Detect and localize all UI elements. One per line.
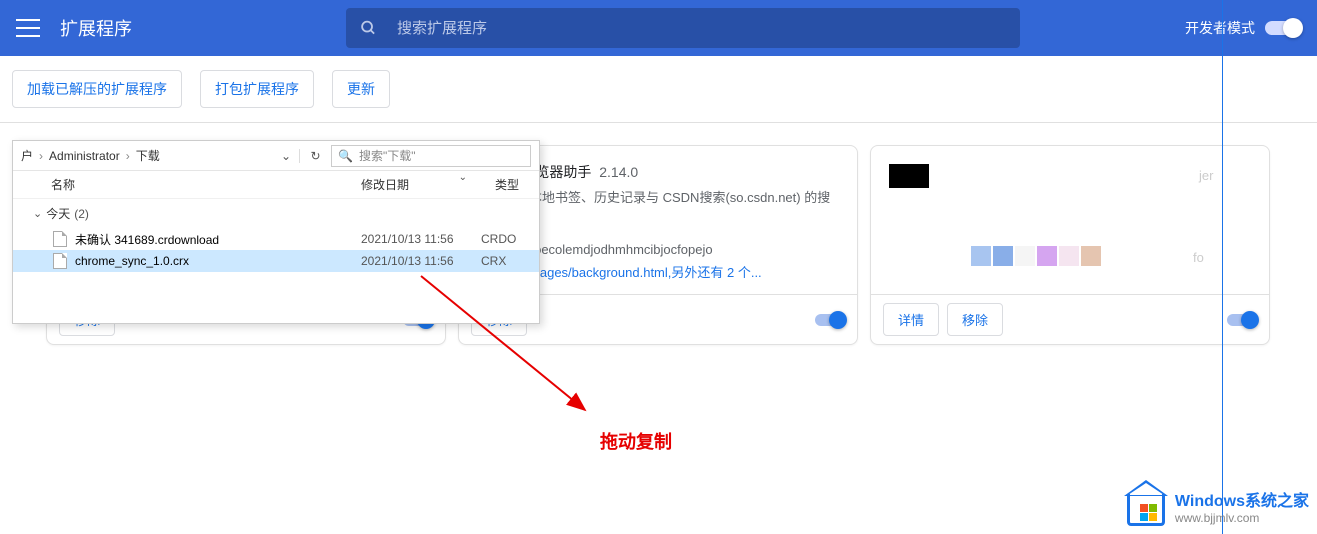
vertical-divider bbox=[1222, 0, 1223, 534]
watermark-title: Windows系统之家 bbox=[1175, 487, 1309, 511]
explorer-toolbar: 户 › Administrator › 下载 ⌄ ↻ 🔍 搜索"下载" bbox=[13, 141, 539, 171]
search-input[interactable] bbox=[397, 20, 1006, 37]
search-icon bbox=[360, 19, 377, 37]
dev-mode-toggle[interactable] bbox=[1265, 21, 1301, 35]
file-row[interactable]: chrome_sync_1.0.crx 2021/10/13 11:56 CRX bbox=[13, 250, 539, 272]
card-footer: 详情 移除 bbox=[871, 294, 1269, 344]
version-text: 2.14.0 bbox=[599, 164, 638, 180]
dev-mode-section: 开发者模式 bbox=[1185, 18, 1301, 38]
file-date: 2021/10/13 11:56 bbox=[361, 254, 481, 268]
file-date: 2021/10/13 11:56 bbox=[361, 232, 481, 246]
file-type: CRX bbox=[481, 254, 519, 268]
file-explorer-window: 户 › Administrator › 下载 ⌄ ↻ 🔍 搜索"下载" 名称 修… bbox=[12, 140, 540, 324]
sort-indicator-icon: ⌄ bbox=[459, 172, 467, 183]
refresh-icon[interactable]: ↻ bbox=[299, 149, 323, 163]
watermark-url: www.bjjmlv.com bbox=[1175, 511, 1309, 525]
column-type[interactable]: 类型 bbox=[481, 176, 519, 193]
watermark-logo-icon bbox=[1127, 486, 1167, 526]
partial-text: fo bbox=[1193, 250, 1204, 265]
file-row[interactable]: 未确认 341689.crdownload 2021/10/13 11:56 C… bbox=[13, 228, 539, 250]
search-placeholder: 搜索"下载" bbox=[359, 147, 416, 164]
explorer-search[interactable]: 🔍 搜索"下载" bbox=[331, 145, 531, 167]
date-group-header[interactable]: ⌄ 今天 (2) bbox=[13, 199, 539, 228]
placeholder-icons bbox=[971, 246, 1101, 266]
chevron-down-icon[interactable]: ⌄ bbox=[281, 149, 291, 163]
search-icon: 🔍 bbox=[338, 149, 353, 163]
file-type: CRDO bbox=[481, 232, 519, 246]
column-date[interactable]: 修改日期⌄ bbox=[361, 176, 481, 193]
dev-mode-label: 开发者模式 bbox=[1185, 18, 1255, 38]
column-headers: 名称 修改日期⌄ 类型 bbox=[13, 171, 539, 199]
header-bar: 扩展程序 开发者模式 bbox=[0, 0, 1317, 56]
chevron-right-icon: › bbox=[126, 149, 130, 163]
group-count: (2) bbox=[74, 207, 89, 221]
chevron-right-icon: › bbox=[39, 149, 43, 163]
breadcrumb-segment[interactable]: 户 bbox=[21, 147, 33, 164]
file-icon bbox=[53, 253, 67, 269]
file-name: chrome_sync_1.0.crx bbox=[75, 254, 361, 268]
file-name: 未确认 341689.crdownload bbox=[75, 231, 361, 248]
group-label: 今天 bbox=[46, 205, 70, 222]
load-unpacked-button[interactable]: 加载已解压的扩展程序 bbox=[12, 70, 182, 108]
menu-icon[interactable] bbox=[16, 19, 40, 37]
toolbar: 加载已解压的扩展程序 打包扩展程序 更新 bbox=[0, 56, 1317, 123]
column-name[interactable]: 名称 bbox=[51, 176, 361, 193]
breadcrumb-segment[interactable]: 下载 bbox=[136, 147, 160, 164]
partial-text: jer bbox=[1199, 168, 1213, 183]
file-icon bbox=[53, 231, 67, 247]
pack-extension-button[interactable]: 打包扩展程序 bbox=[200, 70, 314, 108]
remove-button[interactable]: 移除 bbox=[947, 303, 1003, 336]
extension-card: jer fo 详情 移除 bbox=[870, 145, 1270, 345]
breadcrumb[interactable]: 户 › Administrator › 下载 ⌄ bbox=[21, 147, 299, 164]
annotation-text: 拖动复制 bbox=[600, 428, 672, 454]
extension-icon bbox=[889, 164, 929, 188]
breadcrumb-segment[interactable]: Administrator bbox=[49, 149, 120, 163]
chevron-down-icon: ⌄ bbox=[33, 207, 42, 220]
search-container[interactable] bbox=[346, 8, 1020, 48]
extension-toggle[interactable] bbox=[815, 314, 845, 326]
details-button[interactable]: 详情 bbox=[883, 303, 939, 336]
watermark: Windows系统之家 www.bjjmlv.com bbox=[1127, 486, 1309, 526]
background-page-link[interactable]: pages/background.html,另外还有 2 个... bbox=[533, 265, 762, 280]
update-button[interactable]: 更新 bbox=[332, 70, 390, 108]
extension-toggle[interactable] bbox=[1227, 314, 1257, 326]
page-title: 扩展程序 bbox=[60, 15, 132, 41]
